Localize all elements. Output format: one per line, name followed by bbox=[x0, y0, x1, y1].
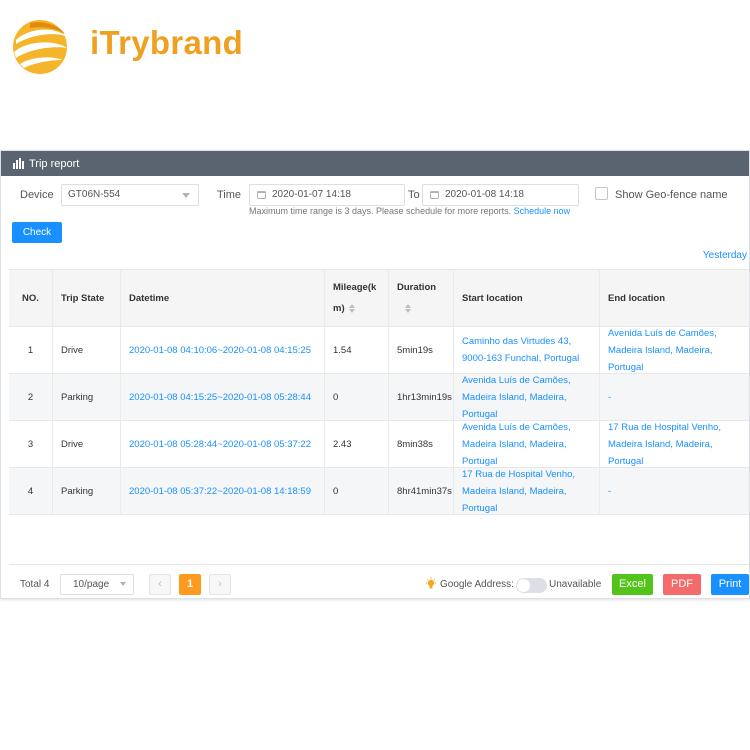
col-end-location: End location bbox=[608, 292, 665, 304]
cell-end-location[interactable]: - bbox=[600, 374, 749, 420]
cell-datetime[interactable]: 2020-01-08 04:10:06~2020-01-08 04:15:25 bbox=[121, 327, 325, 373]
cell-duration: 5min19s bbox=[389, 327, 454, 373]
device-label: Device bbox=[20, 189, 54, 201]
cell-datetime[interactable]: 2020-01-08 05:37:22~2020-01-08 14:18:59 bbox=[121, 468, 325, 514]
to-label: To bbox=[408, 189, 420, 201]
panel-title: Trip report bbox=[29, 157, 80, 170]
calendar-icon bbox=[430, 191, 439, 199]
cell-start-location[interactable]: Avenida Luís de Camões, Madeira Island, … bbox=[454, 421, 600, 467]
cell-end-location[interactable]: - bbox=[600, 468, 749, 514]
cell-duration: 8hr41min37s bbox=[389, 468, 454, 514]
check-button[interactable]: Check bbox=[12, 222, 62, 243]
cell-mileage: 2.43 bbox=[325, 421, 389, 467]
device-select[interactable]: GT06N-554 bbox=[61, 184, 199, 206]
time-label: Time bbox=[217, 189, 242, 201]
trip-table: NO. Trip State Datetime Mileage(k m) Dur… bbox=[9, 269, 749, 515]
calendar-icon bbox=[257, 191, 266, 199]
sort-icon[interactable] bbox=[405, 303, 411, 313]
print-button[interactable]: Print bbox=[711, 574, 749, 595]
brand-name: iTrybrand bbox=[90, 24, 244, 61]
table-row: 4 Parking 2020-01-08 05:37:22~2020-01-08… bbox=[9, 468, 749, 515]
table-row: 3 Drive 2020-01-08 05:28:44~2020-01-08 0… bbox=[9, 421, 749, 468]
table-header: NO. Trip State Datetime Mileage(k m) Dur… bbox=[9, 270, 749, 327]
next-page-button[interactable]: › bbox=[209, 574, 231, 595]
cell-duration: 8min38s bbox=[389, 421, 454, 467]
col-start-location: Start location bbox=[454, 270, 600, 326]
cell-start-location[interactable]: 17 Rua de Hospital Venho, Madeira Island… bbox=[454, 468, 600, 514]
page-1-button[interactable]: 1 bbox=[179, 574, 201, 595]
brand-logo: iTrybrand bbox=[10, 14, 250, 76]
time-to-input[interactable]: 2020-01-08 14:18 bbox=[422, 184, 579, 206]
time-to-value: 2020-01-08 14:18 bbox=[445, 189, 524, 200]
pagination-footer: Total 4 10/page ‹ 1 › Google Address: Un… bbox=[1, 574, 749, 596]
filter-bar: Device GT06N-554 Time 2020-01-07 14:18 T… bbox=[1, 184, 749, 208]
cell-state: Drive bbox=[53, 421, 121, 467]
col-duration-label: Duration bbox=[397, 282, 437, 293]
cell-mileage: 0 bbox=[325, 374, 389, 420]
schedule-now-link[interactable]: Schedule now bbox=[514, 206, 571, 216]
col-mileage-line2: m) bbox=[333, 303, 345, 314]
trip-report-panel: Trip report Device GT06N-554 Time 2020-0… bbox=[0, 150, 750, 599]
cell-state: Parking bbox=[53, 374, 121, 420]
cell-state: Parking bbox=[53, 468, 121, 514]
cell-start-location[interactable]: Avenida Luís de Camões, Madeira Island, … bbox=[454, 374, 600, 420]
cell-end-location[interactable]: Avenida Luís de Camões, Madeira Island, … bbox=[600, 327, 749, 373]
cell-mileage: 1.54 bbox=[325, 327, 389, 373]
col-mileage[interactable]: Mileage(k m) bbox=[325, 270, 389, 326]
lightbulb-icon bbox=[426, 577, 436, 589]
pdf-button[interactable]: PDF bbox=[663, 574, 701, 595]
google-address-label: Google Address: bbox=[440, 579, 514, 590]
cell-datetime[interactable]: 2020-01-08 04:15:25~2020-01-08 05:28:44 bbox=[121, 374, 325, 420]
sort-icon[interactable] bbox=[348, 303, 355, 313]
chevron-down-icon bbox=[120, 582, 126, 586]
bar-chart-icon bbox=[13, 158, 24, 169]
cell-no: 4 bbox=[9, 468, 53, 514]
table-empty-space bbox=[9, 512, 749, 565]
cell-start-location[interactable]: Caminho das Virtudes 43, 9000-163 Funcha… bbox=[454, 327, 600, 373]
cell-datetime[interactable]: 2020-01-08 05:28:44~2020-01-08 05:37:22 bbox=[121, 421, 325, 467]
chevron-down-icon bbox=[182, 193, 190, 198]
time-from-value: 2020-01-07 14:18 bbox=[272, 189, 351, 200]
panel-header: Trip report bbox=[1, 151, 749, 176]
cell-duration: 1hr13min19s bbox=[389, 374, 454, 420]
page-size-select[interactable]: 10/page bbox=[60, 574, 134, 595]
cell-end-location[interactable]: 17 Rua de Hospital Venho, Madeira Island… bbox=[600, 421, 749, 467]
col-mileage-line1: Mileage(k bbox=[333, 282, 377, 293]
col-trip-state: Trip State bbox=[53, 270, 121, 326]
cell-no: 2 bbox=[9, 374, 53, 420]
col-duration[interactable]: Duration bbox=[389, 270, 454, 326]
page-size-value: 10/page bbox=[73, 579, 110, 590]
google-address-status: Unavailable bbox=[549, 579, 602, 590]
excel-button[interactable]: Excel bbox=[612, 574, 653, 595]
prev-page-button[interactable]: ‹ bbox=[149, 574, 171, 595]
geofence-checkbox[interactable] bbox=[595, 187, 608, 200]
hint-text: Maximum time range is 3 days. Please sch… bbox=[249, 206, 512, 216]
geofence-label: Show Geo-fence name bbox=[615, 189, 728, 201]
table-row: 2 Parking 2020-01-08 04:15:25~2020-01-08… bbox=[9, 374, 749, 421]
table-row: 1 Drive 2020-01-08 04:10:06~2020-01-08 0… bbox=[9, 327, 749, 374]
time-range-hint: Maximum time range is 3 days. Please sch… bbox=[249, 206, 570, 216]
cell-no: 1 bbox=[9, 327, 53, 373]
cell-no: 3 bbox=[9, 421, 53, 467]
cell-mileage: 0 bbox=[325, 468, 389, 514]
col-datetime: Datetime bbox=[121, 270, 325, 326]
cell-state: Drive bbox=[53, 327, 121, 373]
total-count: Total 4 bbox=[20, 579, 50, 590]
time-from-input[interactable]: 2020-01-07 14:18 bbox=[249, 184, 405, 206]
col-no: NO. bbox=[9, 270, 53, 326]
yesterday-link[interactable]: Yesterday bbox=[703, 250, 747, 261]
google-address-toggle[interactable] bbox=[516, 578, 547, 593]
device-value: GT06N-554 bbox=[68, 189, 121, 200]
brand-swirl-icon bbox=[13, 20, 67, 74]
